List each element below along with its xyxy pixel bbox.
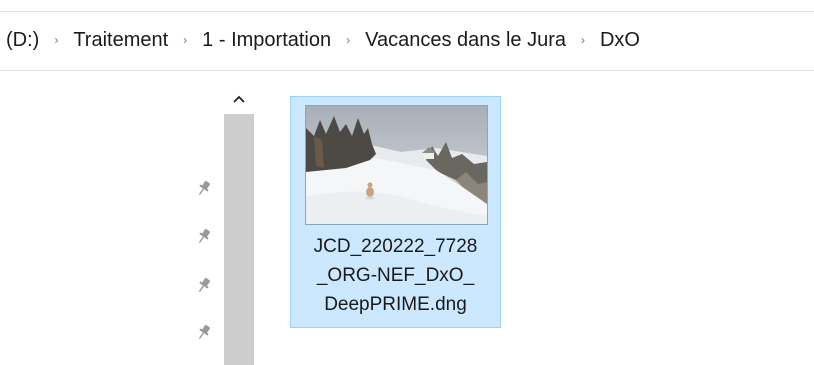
breadcrumb-item-drive[interactable]: (D:)	[2, 29, 43, 52]
image-thumbnail	[305, 105, 488, 225]
chevron-right-icon[interactable]: ›	[43, 33, 69, 47]
breadcrumb-item-dxo[interactable]: DxO	[596, 29, 644, 52]
breadcrumb-item-traitement[interactable]: Traitement	[69, 29, 172, 52]
file-item[interactable]: JCD_220222_7728 _ORG-NEF_DxO_ DeepPRIME.…	[290, 96, 501, 328]
chevron-right-icon[interactable]: ›	[335, 33, 361, 47]
pin-icon	[194, 322, 214, 342]
nav-scrollbar[interactable]	[224, 86, 254, 365]
pin-icon	[194, 226, 214, 246]
pin-icon	[194, 275, 214, 295]
scroll-thumb[interactable]	[224, 114, 254, 365]
navigation-pane	[0, 72, 256, 365]
chevron-up-icon	[233, 95, 245, 103]
breadcrumb-item-importation[interactable]: 1 - Importation	[198, 29, 335, 52]
chevron-right-icon[interactable]: ›	[570, 33, 596, 47]
chevron-right-icon[interactable]: ›	[172, 33, 198, 47]
scroll-up-button[interactable]	[224, 86, 254, 112]
address-bar[interactable]: (D:) › Traitement › 1 - Importation › Va…	[0, 11, 814, 71]
file-name-label[interactable]: JCD_220222_7728 _ORG-NEF_DxO_ DeepPRIME.…	[291, 232, 500, 319]
breadcrumb-item-vacances[interactable]: Vacances dans le Jura	[361, 29, 570, 52]
pin-icon	[194, 178, 214, 198]
breadcrumb: (D:) › Traitement › 1 - Importation › Va…	[2, 29, 644, 52]
